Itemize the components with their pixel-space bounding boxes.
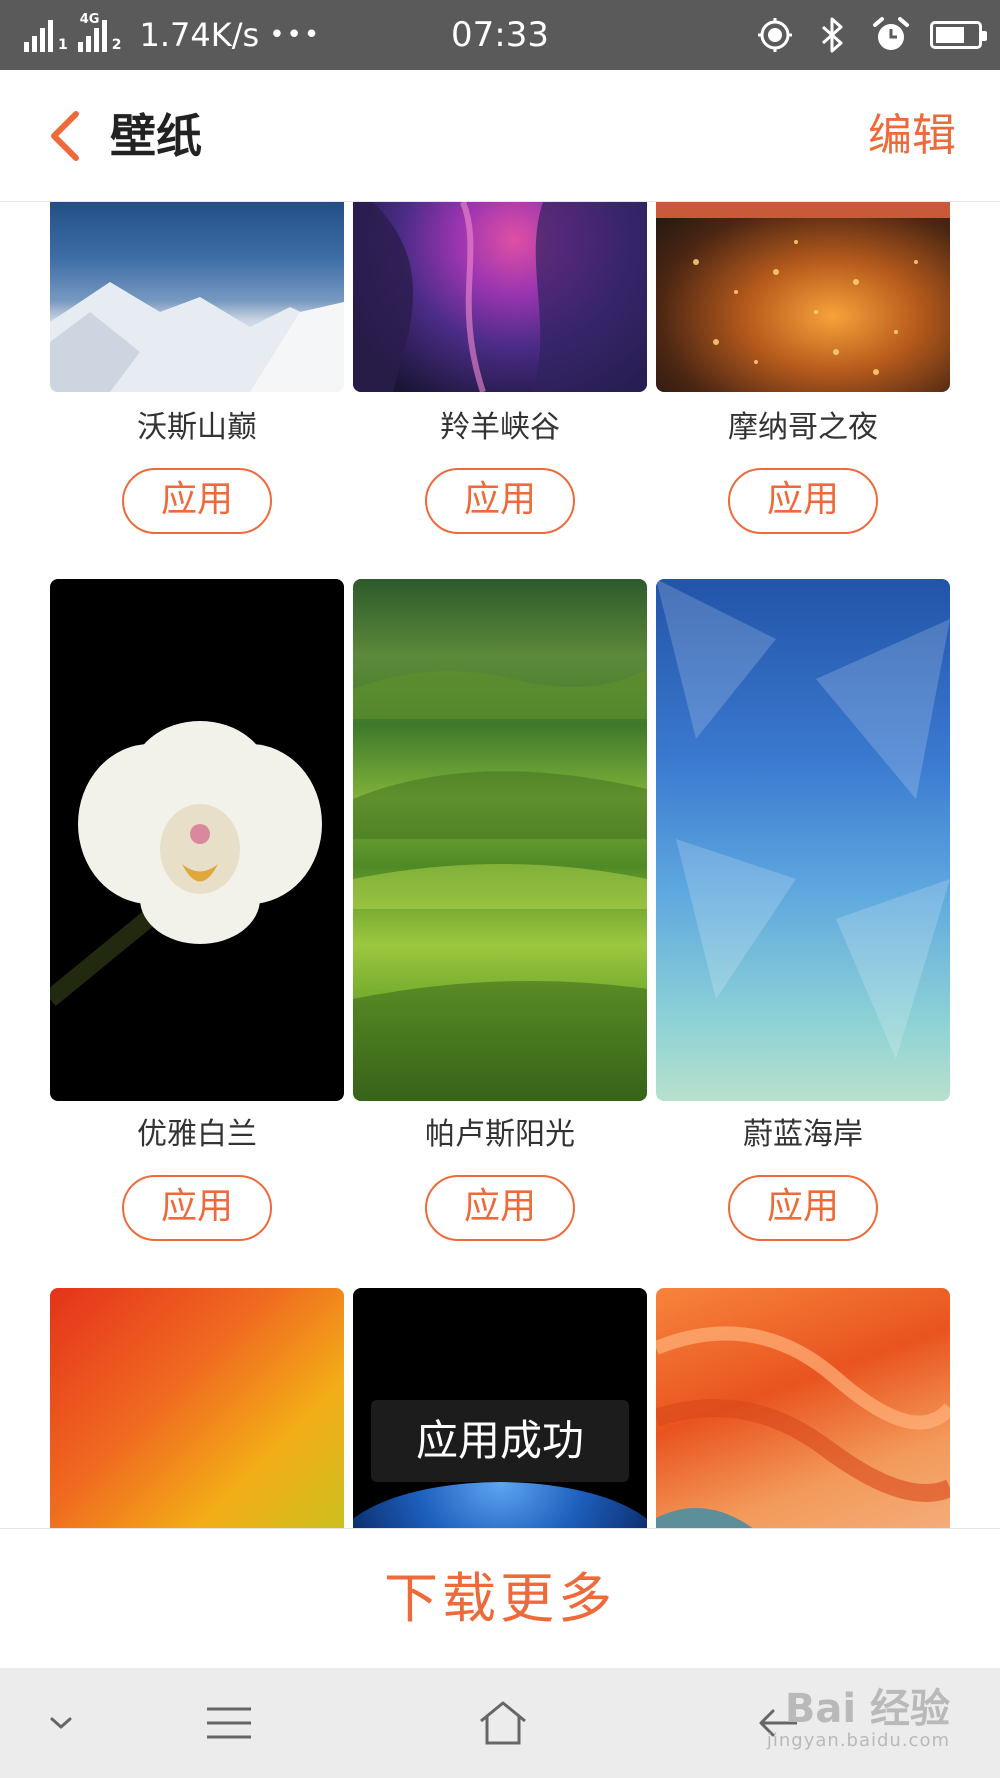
wallpaper-thumbnail[interactable] bbox=[656, 1288, 950, 1528]
sim2-label: 2 bbox=[111, 37, 122, 53]
wallpaper-thumbnail[interactable] bbox=[656, 202, 950, 392]
wallpaper-thumbnail[interactable] bbox=[353, 202, 647, 392]
location-icon bbox=[756, 16, 794, 54]
home-button[interactable] bbox=[466, 1686, 540, 1760]
collapse-button[interactable] bbox=[24, 1686, 98, 1760]
app-header: 壁纸 编辑 bbox=[0, 70, 1000, 202]
bluetooth-icon bbox=[814, 16, 852, 54]
back-button[interactable] bbox=[30, 100, 100, 172]
wallpaper-thumbnail[interactable] bbox=[50, 579, 344, 1101]
wallpaper-name: 摩纳哥之夜 bbox=[728, 410, 878, 445]
home-icon bbox=[480, 1701, 526, 1745]
chevron-left-icon bbox=[51, 111, 79, 161]
apply-button[interactable]: 应用 bbox=[728, 468, 878, 534]
wallpaper-thumbnail[interactable] bbox=[656, 579, 950, 1101]
wallpaper-name: 帕卢斯阳光 bbox=[425, 1117, 575, 1152]
wallpaper-thumbnail[interactable]: 应用成功 bbox=[353, 1288, 647, 1528]
more-dots: ••• bbox=[269, 20, 322, 50]
planet-graphic bbox=[353, 1482, 647, 1528]
wallpaper-grid[interactable]: 沃斯山巅 应用 羚羊峡谷 应用 摩纳哥之夜 应用 优雅白兰 应用 帕卢斯阳光 应… bbox=[18, 202, 982, 1528]
net-speed: 1.74K/s bbox=[139, 16, 260, 54]
apply-button[interactable]: 应用 bbox=[728, 1175, 878, 1241]
page-title: 壁纸 bbox=[110, 109, 202, 163]
watermark-brand: Bai 经验 bbox=[784, 1686, 950, 1732]
signal-icon: 4G 2 bbox=[77, 12, 122, 53]
apply-button[interactable]: 应用 bbox=[425, 1175, 575, 1241]
network-type-label: 4G bbox=[79, 12, 100, 27]
signal-icon: 1 bbox=[24, 18, 68, 52]
edit-button[interactable]: 编辑 bbox=[868, 70, 956, 202]
baidu-watermark-logo: Bai 经验 jingyan.baidu.com bbox=[767, 1676, 950, 1751]
status-bar: 1 4G 2 1.74K/s ••• 07:33 bbox=[0, 0, 1000, 70]
toast-message: 应用成功 bbox=[371, 1400, 629, 1482]
wallpaper-thumbnail[interactable] bbox=[50, 1288, 344, 1528]
wallpaper-name: 羚羊峡谷 bbox=[440, 410, 560, 445]
download-more-bar: 下载更多 bbox=[0, 1528, 1000, 1668]
wallpaper-name: 沃斯山巅 bbox=[137, 410, 257, 445]
battery-icon bbox=[930, 21, 987, 49]
system-nav-bar: Bai 经验 jingyan.baidu.com bbox=[0, 1668, 1000, 1778]
sim1-label: 1 bbox=[58, 37, 68, 53]
apply-button[interactable]: 应用 bbox=[425, 468, 575, 534]
wallpaper-name: 优雅白兰 bbox=[137, 1117, 257, 1152]
menu-icon bbox=[207, 1707, 251, 1739]
status-left: 1 4G 2 1.74K/s ••• bbox=[24, 0, 321, 70]
watermark-url: jingyan.baidu.com bbox=[766, 1730, 950, 1751]
wallpaper-thumbnail[interactable] bbox=[353, 579, 647, 1101]
wallpaper-thumbnail[interactable] bbox=[50, 202, 344, 392]
status-right bbox=[756, 0, 987, 70]
menu-button[interactable] bbox=[192, 1686, 266, 1760]
chevron-down-icon bbox=[50, 1717, 72, 1729]
alarm-icon bbox=[872, 16, 910, 54]
wallpaper-name: 蔚蓝海岸 bbox=[743, 1117, 863, 1152]
apply-button[interactable]: 应用 bbox=[122, 468, 272, 534]
download-more-button[interactable]: 下载更多 bbox=[0, 1529, 1000, 1669]
apply-button[interactable]: 应用 bbox=[122, 1175, 272, 1241]
